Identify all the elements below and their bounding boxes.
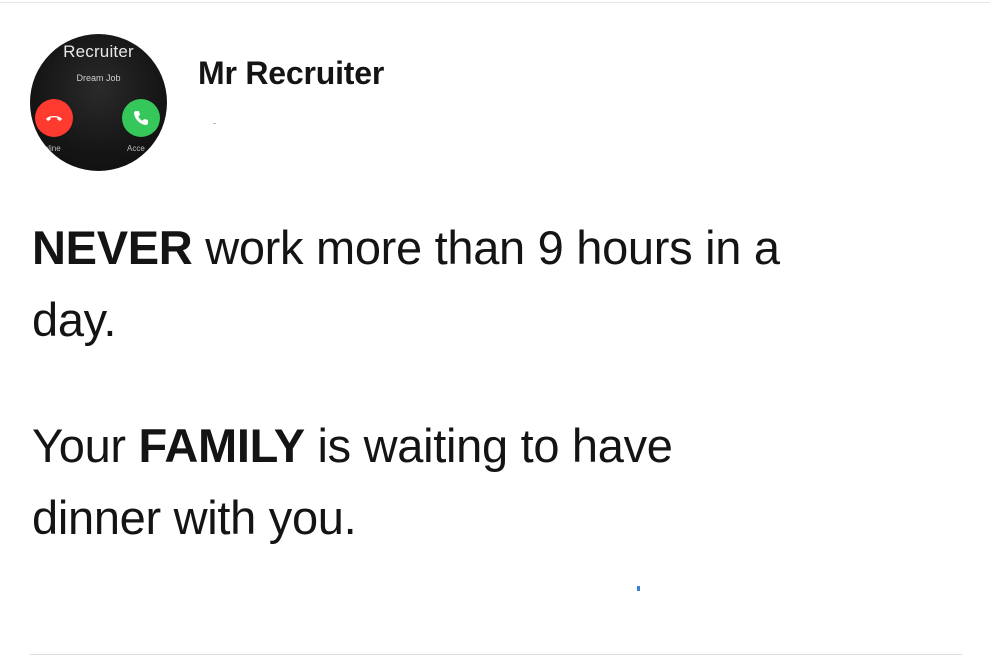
avatar-caller-name: Recruiter bbox=[63, 42, 134, 61]
display-name[interactable]: Mr Recruiter bbox=[198, 55, 384, 92]
decline-label: Decline bbox=[34, 144, 61, 153]
phone-icon bbox=[134, 111, 148, 125]
tweet-line-3-pre: Your bbox=[32, 419, 139, 472]
emphasis-family: FAMILY bbox=[138, 419, 306, 472]
tweet-text: NEVER work more than 9 hours in a day. Y… bbox=[32, 212, 962, 554]
avatar[interactable]: Recruiter Dream Job Decline Acce bbox=[30, 34, 167, 171]
avatar-caller-subtitle: Dream Job bbox=[76, 73, 121, 83]
phone-hangup-icon bbox=[46, 116, 62, 121]
tweet-line: day. bbox=[32, 293, 117, 346]
accept-label: Acce bbox=[127, 144, 145, 153]
decline-button bbox=[35, 99, 73, 137]
emphasis-never: NEVER bbox=[32, 221, 193, 274]
top-divider bbox=[0, 2, 990, 3]
accept-button bbox=[122, 99, 160, 137]
tweet-line: NEVER work more than 9 hours in a bbox=[32, 212, 962, 284]
tweet-line-1-text: work more than 9 hours in a bbox=[192, 221, 780, 274]
bottom-divider bbox=[30, 654, 962, 655]
tweet-line: Your FAMILY is waiting to have bbox=[32, 410, 962, 482]
artifact-dot bbox=[213, 123, 216, 124]
tweet-line: dinner with you. bbox=[32, 491, 357, 544]
tweet-line-3-text: is waiting to have bbox=[304, 419, 673, 472]
artifact-speck bbox=[637, 586, 640, 591]
